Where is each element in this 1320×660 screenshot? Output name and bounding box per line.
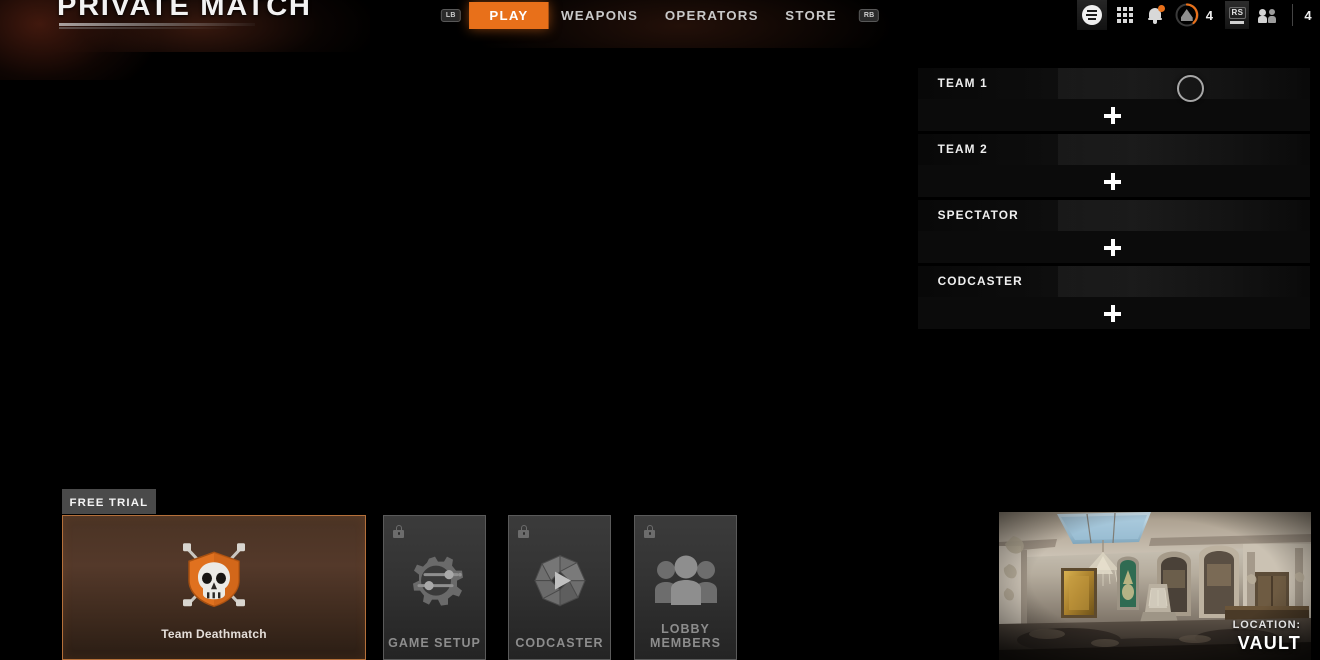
top-bar: PRIVATE MATCH LB PLAY WEAPONS OPERATORS … (0, 0, 1320, 30)
left-bumper-icon: LB (440, 8, 461, 22)
party-count: 4 (1304, 7, 1312, 23)
map-preview[interactable]: LOCATION: VAULT (999, 512, 1311, 660)
plus-icon (1103, 172, 1121, 190)
gear-sliders-icon (405, 552, 465, 613)
roster-group-team1: TEAM 1 (918, 68, 1310, 132)
free-trial-badge: FREE TRIAL (62, 489, 156, 514)
mode-card-team-deathmatch[interactable]: Team Deathmatch (62, 515, 366, 660)
bell-icon[interactable] (1147, 5, 1165, 24)
cursor-reticle (1177, 75, 1204, 102)
plus-icon (1103, 106, 1121, 124)
currency-count: 4 (1205, 7, 1214, 23)
map-location-name: VAULT (1237, 633, 1301, 653)
private-match-screen: PRIVATE MATCH LB PLAY WEAPONS OPERATORS … (0, 0, 1320, 660)
roster-label-codcaster: CODCASTER (937, 275, 1023, 288)
top-right-cluster: 4 RS 4 (1076, 0, 1312, 30)
nav-tab-weapons[interactable]: WEAPONS (547, 2, 653, 29)
free-trial-label: FREE TRIAL (69, 497, 149, 509)
roster-header-codcaster: CODCASTER (918, 266, 1310, 297)
group-people-icon (653, 554, 719, 611)
roster-group-codcaster: CODCASTER (918, 266, 1310, 330)
roster-label-team1: TEAM 1 (937, 77, 988, 90)
party-members-icon[interactable] (1258, 8, 1278, 23)
roster-panel: TEAM 1 TEAM 2 SPECTATOR CODCASTER (918, 68, 1310, 330)
plus-icon (1103, 238, 1121, 256)
grid-apps-icon[interactable] (1116, 7, 1133, 23)
title-underline (59, 23, 255, 26)
roster-label-team2: TEAM 2 (937, 143, 988, 156)
title-underline-secondary (59, 27, 227, 29)
roster-header-team1: TEAM 1 (918, 68, 1310, 99)
roster-add-slot-team2[interactable] (918, 165, 1310, 198)
roster-group-spectator: SPECTATOR (918, 200, 1310, 264)
roster-label-spectator: SPECTATOR (937, 209, 1019, 222)
page-title: PRIVATE MATCH (57, 0, 312, 21)
roster-group-team2: TEAM 2 (918, 134, 1310, 198)
map-location-block: LOCATION: VAULT (1233, 619, 1311, 654)
mode-card-label-codcaster: CODCASTER (515, 636, 604, 650)
hamburger-menu-button[interactable] (1076, 0, 1107, 30)
cluster-divider (1292, 4, 1294, 26)
plus-icon (1103, 304, 1121, 322)
mode-card-label-team-deathmatch: Team Deathmatch (161, 627, 267, 641)
nav-tab-play[interactable]: PLAY (469, 1, 549, 29)
roster-header-team2: TEAM 2 (918, 134, 1310, 165)
right-stick-button[interactable]: RS (1225, 1, 1250, 29)
lock-icon (644, 525, 655, 538)
skull-crossed-swords-emblem (171, 535, 257, 620)
main-nav: LB PLAY WEAPONS OPERATORS STORE RB (432, 0, 888, 30)
lock-icon (393, 525, 404, 538)
lock-icon (518, 525, 529, 538)
roster-header-spectator: SPECTATOR (918, 200, 1310, 231)
mode-card-label-lobby-members: LOBBY MEMBERS (650, 622, 721, 650)
roster-add-slot-spectator[interactable] (918, 231, 1310, 264)
notification-dot (1157, 5, 1165, 12)
mode-card-lobby-members[interactable]: LOBBY MEMBERS (634, 515, 737, 660)
cod-points-icon[interactable] (1175, 3, 1199, 27)
roster-add-slot-team1[interactable] (918, 99, 1310, 132)
mode-card-label-game-setup: GAME SETUP (388, 636, 481, 650)
page-title-wrap: PRIVATE MATCH (57, 0, 310, 29)
mode-card-codcaster[interactable]: CODCASTER (508, 515, 611, 660)
hamburger-menu-icon (1081, 5, 1102, 25)
camera-shutter-play-icon (532, 552, 588, 613)
roster-add-slot-codcaster[interactable] (918, 297, 1310, 330)
right-bumper-icon: RB (859, 8, 880, 22)
map-location-label: LOCATION: (1232, 619, 1301, 631)
nav-tab-store[interactable]: STORE (771, 2, 851, 29)
nav-tab-operators[interactable]: OPERATORS (650, 2, 772, 29)
mode-card-game-setup[interactable]: GAME SETUP (383, 515, 486, 660)
